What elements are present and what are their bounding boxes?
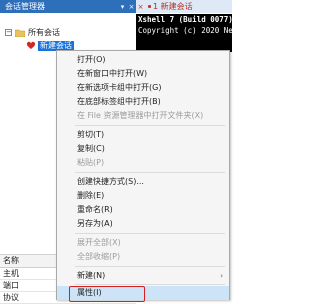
pin-icon[interactable]: ▾ [118,3,127,11]
session-manager-header: 会话管理器 ▾ × [0,0,136,13]
tab-close-icon[interactable]: × [136,3,145,11]
menu-item-copy[interactable]: 复制(C) [57,142,229,156]
menu-item-delete[interactable]: 删除(E) [57,189,229,203]
menu-item-open-new-tab-group[interactable]: 在新选项卡组中打开(G) [57,81,229,95]
menu-item-rename[interactable]: 重命名(R) [57,203,229,217]
menu-item-new-label: 新建(N) [77,271,106,280]
submenu-arrow-icon: › [220,272,223,280]
menu-item-paste[interactable]: 粘贴(P) [57,156,229,170]
menu-separator [75,172,225,173]
menu-item-expand-all[interactable]: 展开全部(X) [57,236,229,250]
menu-item-cut[interactable]: 剪切(T) [57,128,229,142]
collapse-icon[interactable]: − [5,29,12,36]
terminal-output[interactable]: Xshell 7 (Build 0077) Copyright (c) 2020… [136,14,232,52]
tab-status-icon [148,5,151,8]
tree-root-all-sessions[interactable]: − 所有会话 [5,27,60,38]
menu-item-collapse-all[interactable]: 全部收缩(P) [57,250,229,264]
close-icon[interactable]: × [127,3,136,11]
menu-item-open-folder-explorer[interactable]: 在 File 资源管理器中打开文件夹(X) [57,109,229,123]
menu-separator [75,284,225,285]
menu-item-create-shortcut[interactable]: 创建快捷方式(S)... [57,175,229,189]
tree-item-label: 新建会话 [38,40,74,51]
terminal-tabbar: × 1 新建会话 [136,0,232,13]
menu-separator [75,125,225,126]
menu-item-save-as[interactable]: 另存为(A) [57,217,229,231]
menu-item-open[interactable]: 打开(O) [57,53,229,67]
menu-separator [75,233,225,234]
terminal-line: Xshell 7 (Build 0077) [138,15,232,24]
tree-root-label: 所有会话 [28,28,60,37]
menu-separator [75,266,225,267]
menu-item-properties-wrap: 属性(I) [69,286,145,302]
session-icon [26,41,36,49]
context-menu: 打开(O) 在新窗口中打开(W) 在新选项卡组中打开(G) 在底部标签组中打开(… [56,50,230,302]
terminal-line: Copyright (c) 2020 Net [138,26,232,35]
menu-item-new[interactable]: 新建(N) › [57,269,229,283]
menu-item-open-bottom-tab-group[interactable]: 在底部标签组中打开(B) [57,95,229,109]
folder-icon [15,29,25,37]
menu-item-open-new-window[interactable]: 在新窗口中打开(W) [57,67,229,81]
menu-item-properties[interactable]: 属性(I) [57,286,229,302]
tab-new-session[interactable]: 1 新建会话 [153,1,193,12]
session-manager-title: 会话管理器 [5,2,45,11]
